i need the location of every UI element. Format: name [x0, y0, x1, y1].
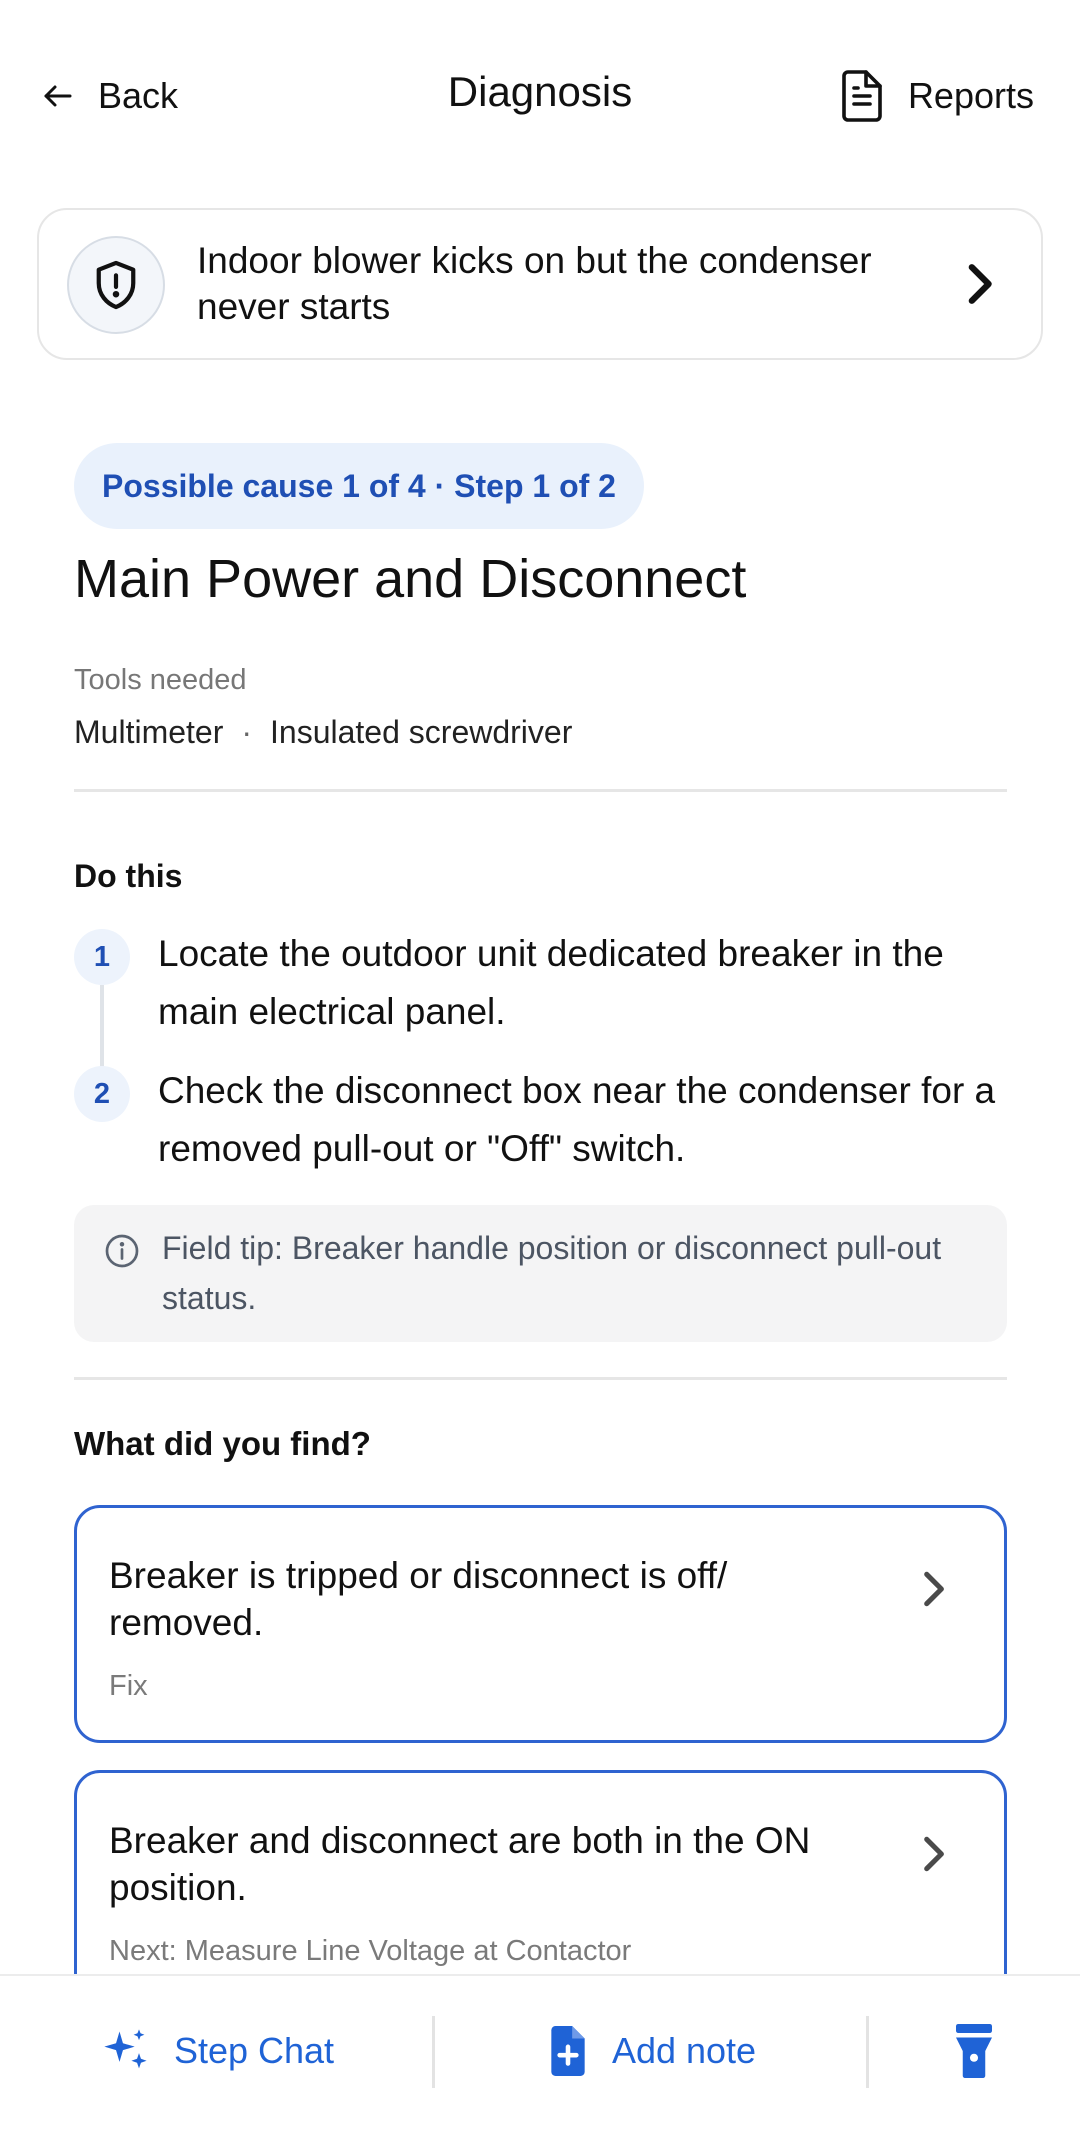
flashlight-button[interactable]	[868, 1976, 1080, 2126]
finding-option-outcome: Fix	[109, 1670, 148, 1702]
tools-list: Multimeter · Insulated screwdriver	[74, 714, 572, 751]
tool-item: Multimeter	[74, 714, 224, 750]
tool-item: Insulated screwdriver	[270, 714, 573, 750]
finding-option[interactable]: Breaker and disconnect are both in the O…	[74, 1770, 1007, 2008]
chevron-right-icon	[968, 264, 992, 304]
field-tip-text: Field tip: Breaker handle position or di…	[162, 1230, 942, 1316]
problem-card[interactable]: Indoor blower kicks on but the condenser…	[37, 208, 1043, 360]
do-this-label: Do this	[74, 858, 183, 894]
find-label: What did you find?	[74, 1425, 371, 1462]
bottom-action-bar: Step Chat Add note	[0, 1974, 1080, 2149]
step-number: 2	[74, 1066, 130, 1122]
sparkles-icon	[104, 2029, 147, 2069]
step-chat-label: Step Chat	[173, 2030, 335, 2071]
tools-label: Tools needed	[74, 664, 247, 696]
shield-badge	[67, 236, 165, 334]
step-text: Locate the outdoor unit dedicated breake…	[158, 933, 944, 1032]
finding-option-title: Breaker and disconnect are both in the O…	[109, 1820, 811, 1908]
problem-description: Indoor blower kicks on but the condenser…	[197, 240, 872, 327]
add-note-label: Add note	[611, 2030, 757, 2071]
flashlight-icon	[956, 2024, 992, 2078]
divider	[74, 1377, 1007, 1380]
document-icon	[842, 70, 882, 122]
field-tip: Field tip: Breaker handle position or di…	[74, 1205, 1007, 1342]
step-text: Check the disconnect box near the conden…	[158, 1070, 996, 1169]
cause-step-badge: Possible cause 1 of 4 · Step 1 of 2	[74, 443, 644, 529]
reports-button[interactable]: Reports	[838, 66, 1034, 126]
shield-alert-icon	[96, 260, 136, 310]
tool-separator: ·	[241, 714, 253, 750]
cause-title: Main Power and Disconnect	[74, 549, 747, 609]
step-chat-button[interactable]: Step Chat	[0, 1976, 434, 2126]
info-icon	[105, 1234, 139, 1268]
finding-option[interactable]: Breaker is tripped or disconnect is off/…	[74, 1505, 1007, 1743]
finding-option-outcome: Next: Measure Line Voltage at Contactor	[109, 1935, 632, 1967]
step-number: 1	[74, 929, 130, 985]
reports-label: Reports	[907, 75, 1034, 116]
note-add-icon	[551, 2026, 585, 2076]
chevron-right-icon	[924, 1571, 944, 1607]
top-app-bar: Back Diagnosis Reports	[0, 0, 1080, 190]
divider	[74, 789, 1007, 792]
finding-option-title: Breaker is tripped or disconnect is off/…	[109, 1555, 728, 1643]
chevron-right-icon	[924, 1836, 944, 1872]
add-note-button[interactable]: Add note	[434, 1976, 868, 2126]
